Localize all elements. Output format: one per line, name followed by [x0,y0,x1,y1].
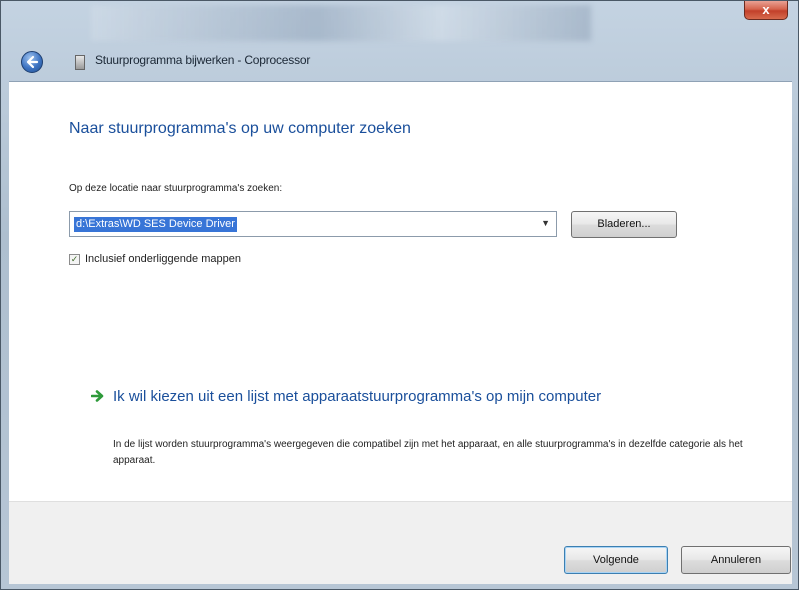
choose-from-list-description: In de lijst worden stuurprogramma's weer… [113,439,743,466]
dialog-window: x Stuurprogramma bijwerken - Coprocessor… [0,0,799,590]
next-button[interactable]: Volgende [564,546,668,574]
location-label: Op deze locatie naar stuurprogramma's zo… [69,183,283,194]
include-subfolders-checkbox[interactable]: ✓ [69,254,80,265]
cancel-button[interactable]: Annuleren [681,546,791,574]
include-subfolders-label[interactable]: Inclusief onderliggende mappen [85,253,241,265]
location-combobox[interactable]: d:\Extras\WD SES Device Driver ▼ [69,211,557,237]
location-value[interactable]: d:\Extras\WD SES Device Driver [74,217,237,232]
content-area: Naar stuurprogramma's op uw computer zoe… [9,81,792,502]
dropdown-arrow-icon[interactable]: ▼ [541,218,550,228]
window-title: Stuurprogramma bijwerken - Coprocessor [95,53,311,67]
page-heading: Naar stuurprogramma's op uw computer zoe… [69,120,411,137]
green-arrow-icon [90,389,105,407]
dialog-header: Stuurprogramma bijwerken - Coprocessor [9,41,792,81]
back-button[interactable] [21,51,43,73]
back-arrow-icon [26,55,39,69]
choose-from-list-link[interactable]: Ik wil kiezen uit een lijst met apparaat… [113,386,733,407]
close-button[interactable]: x [744,1,788,20]
browse-button[interactable]: Bladeren... [571,211,677,238]
dialog-footer: Volgende Annuleren [9,501,792,584]
background-blur [91,5,591,41]
device-icon [75,55,85,70]
